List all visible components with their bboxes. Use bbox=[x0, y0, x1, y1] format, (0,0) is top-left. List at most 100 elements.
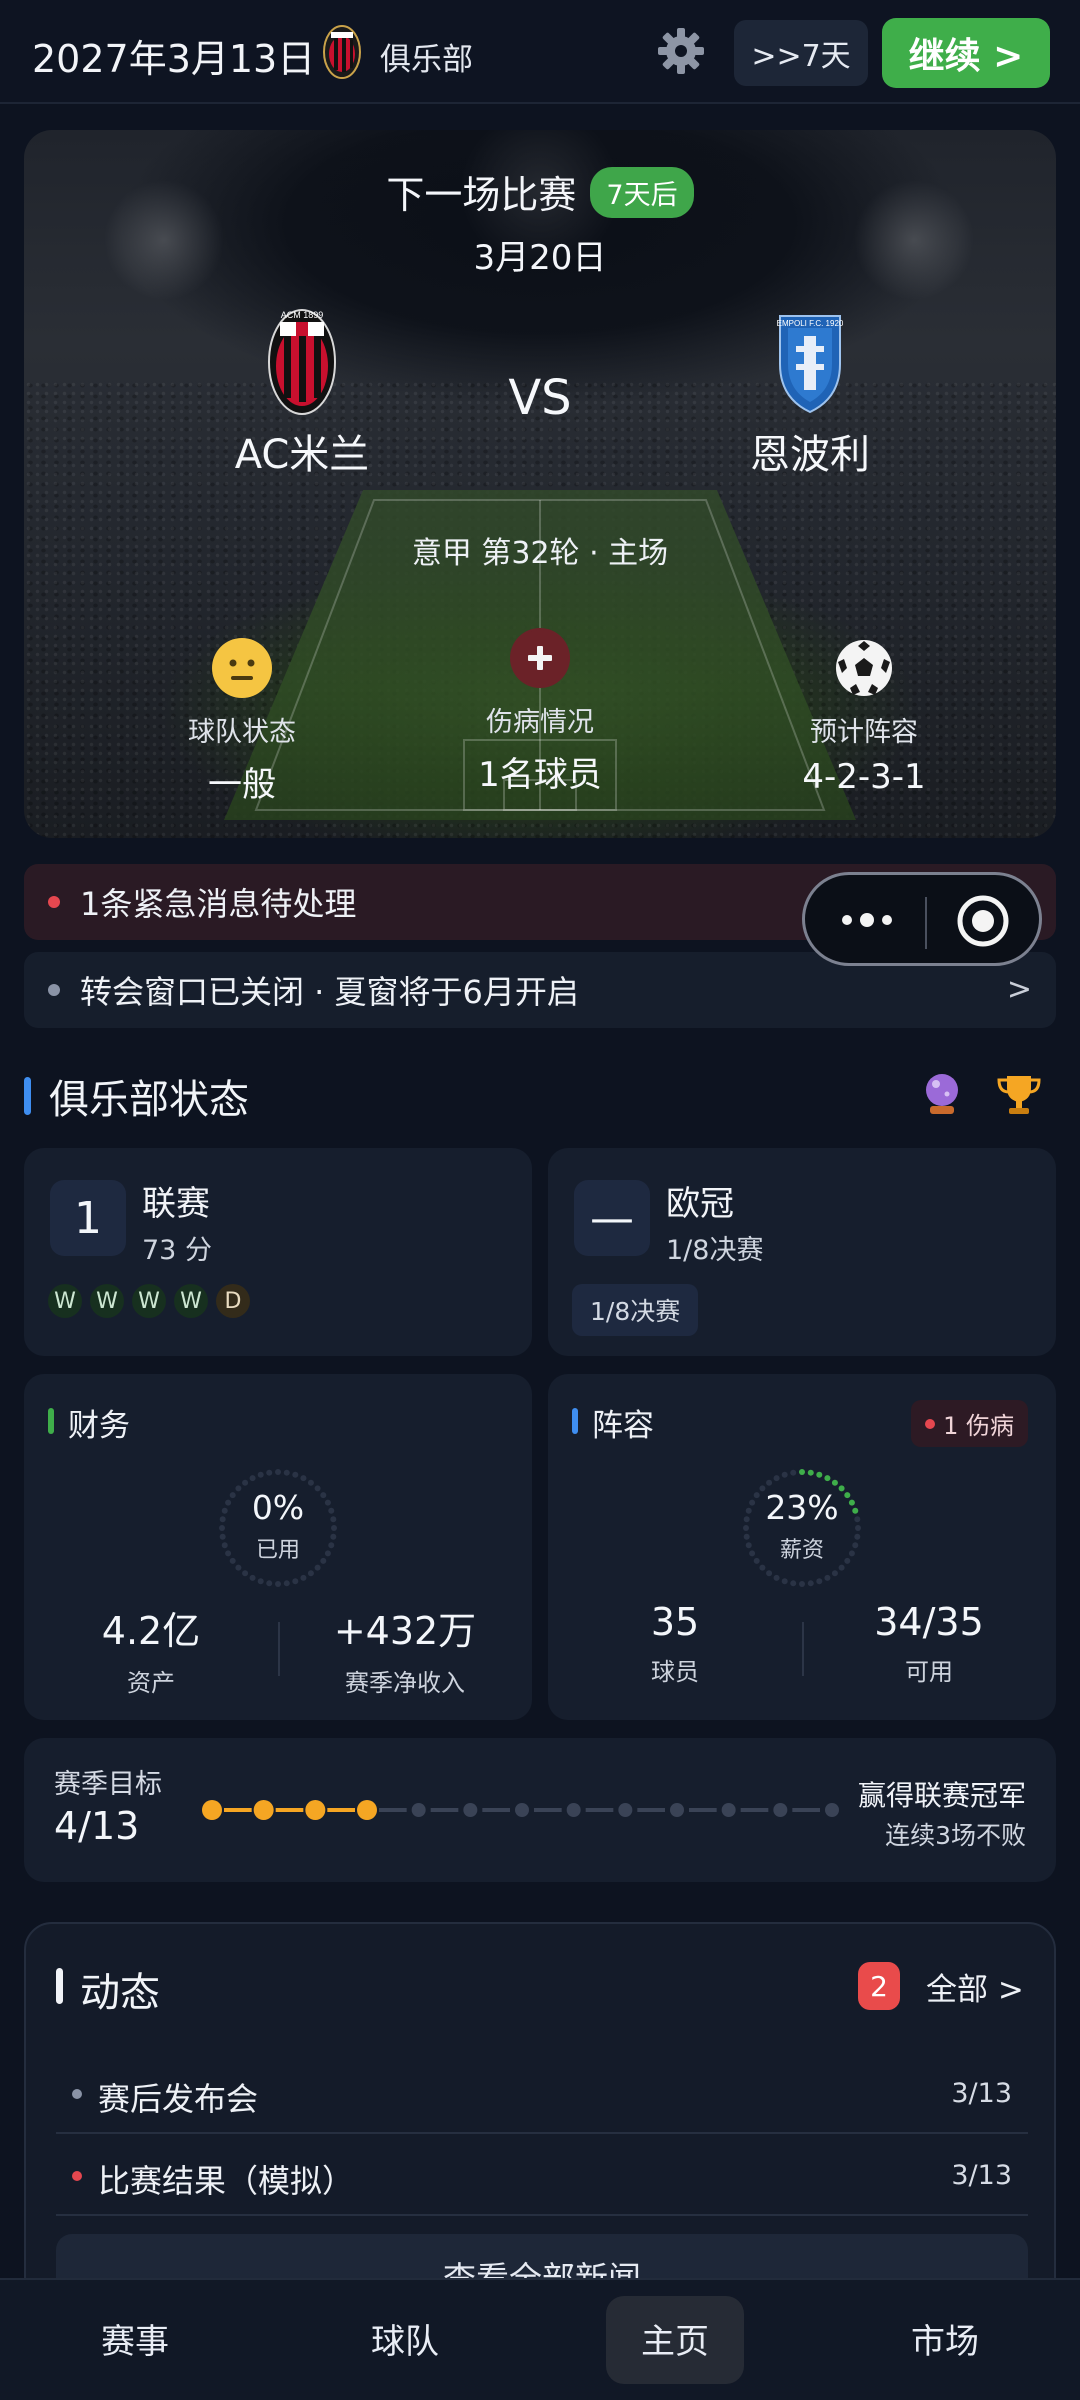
ring-dot bbox=[838, 1564, 845, 1571]
medical-cross-icon bbox=[510, 628, 570, 688]
unread-count-badge: 2 bbox=[858, 1962, 900, 2010]
tab-matches[interactable]: 赛事 bbox=[0, 2280, 270, 2400]
team-form-stat[interactable]: 球队状态 一般 bbox=[112, 638, 372, 806]
soccer-ball-icon bbox=[834, 638, 894, 698]
ring-dot bbox=[300, 1475, 307, 1482]
news-accent-bar bbox=[56, 1968, 63, 2004]
tab-label: 球队 bbox=[371, 2322, 439, 2362]
season-income: +432万 赛季净收入 bbox=[278, 1600, 532, 1698]
league-points: 73 分 bbox=[142, 1235, 212, 1266]
season-goal-title: 赛季目标 bbox=[54, 1769, 162, 1800]
capsule-divider bbox=[925, 897, 927, 949]
players-value: 35 bbox=[650, 1600, 700, 1644]
ring-dot bbox=[766, 1570, 773, 1577]
list-item[interactable]: 赛后发布会 3/13 bbox=[56, 2054, 1028, 2134]
ring-dot bbox=[773, 1574, 780, 1581]
budget-used-percent: 0% bbox=[251, 1488, 305, 1527]
crystal-ball-icon[interactable] bbox=[918, 1070, 966, 1118]
ring-dot bbox=[799, 1581, 805, 1587]
continue-button[interactable]: 继续 > bbox=[882, 18, 1050, 88]
club-label[interactable]: 俱乐部 bbox=[380, 34, 473, 79]
goal-step-dot bbox=[670, 1803, 684, 1817]
home-crest-text: ACM 1899 bbox=[281, 310, 324, 320]
ring-dot bbox=[242, 1570, 249, 1577]
ring-dot bbox=[824, 1475, 831, 1482]
goal-step-dot bbox=[825, 1803, 839, 1817]
chevron-right-icon: > bbox=[1006, 972, 1032, 1007]
wage-ring bbox=[743, 1469, 861, 1587]
next-match-card[interactable]: 下一场比赛 7天后 3月20日 ACM 1899 AC米兰 VS EMPOLI F… bbox=[24, 130, 1056, 838]
ring-dot bbox=[249, 1574, 256, 1581]
section-accent-bar bbox=[24, 1077, 31, 1115]
bottom-navigation: 赛事 球队 主页 市场 bbox=[0, 2278, 1080, 2400]
injury-value: 1名球员 bbox=[478, 755, 602, 795]
ring-dot bbox=[257, 1471, 264, 1478]
team-form-value: 一般 bbox=[208, 765, 276, 805]
season-goal-card[interactable]: 赛季目标 4/13 赢得联赛冠军 连续3场不败 bbox=[24, 1738, 1056, 1882]
next-match-label: 下一场比赛 bbox=[386, 173, 577, 217]
club-crest-icon[interactable] bbox=[322, 24, 362, 84]
news-item-title: 赛后发布会 bbox=[98, 2080, 259, 2118]
ring-dot bbox=[824, 1574, 831, 1581]
cup-stage-tag: 1/8决赛 bbox=[572, 1284, 699, 1336]
form-result: D bbox=[216, 1284, 250, 1318]
more-dots-icon[interactable] bbox=[837, 905, 897, 935]
squad-accent-bar bbox=[572, 1408, 578, 1434]
ring-dot bbox=[807, 1580, 814, 1587]
trophy-icon[interactable] bbox=[995, 1070, 1043, 1118]
ring-dot bbox=[249, 1475, 256, 1482]
league-card[interactable]: 1 联赛 73 分 W W W W D bbox=[24, 1148, 532, 1356]
tab-team[interactable]: 球队 bbox=[270, 2280, 540, 2400]
gear-icon[interactable] bbox=[656, 26, 706, 80]
view-all-link[interactable]: 全部 > bbox=[926, 1964, 1024, 2009]
close-target-icon[interactable] bbox=[955, 893, 1011, 949]
season-goal-name: 赢得联赛冠军 bbox=[857, 1779, 1026, 1812]
goal-step-dot bbox=[202, 1800, 222, 1820]
finance-card[interactable]: 财务 0% 已用 4.2亿 资产 +432万 赛季净收入 bbox=[24, 1374, 532, 1720]
home-team-name: AC米兰 bbox=[234, 432, 370, 478]
cup-rank: — bbox=[574, 1180, 650, 1256]
ring-dot bbox=[781, 1578, 788, 1585]
next-match-title: 下一场比赛 7天后 bbox=[24, 164, 1056, 219]
countdown-badge: 7天后 bbox=[590, 167, 694, 218]
ring-dot bbox=[799, 1469, 805, 1475]
lineup-value: 4-2-3-1 bbox=[802, 757, 926, 797]
tab-label: 主页 bbox=[641, 2322, 709, 2362]
tab-home[interactable]: 主页 bbox=[540, 2280, 810, 2400]
skip-7-days-button[interactable]: >>7天 bbox=[734, 20, 868, 86]
news-title: 动态 bbox=[80, 1970, 160, 2016]
competition-info: 意甲 第32轮 · 主场 bbox=[411, 536, 669, 571]
form-result: W bbox=[174, 1284, 208, 1318]
ring-dot bbox=[275, 1469, 281, 1475]
recent-form: W W W W D bbox=[48, 1284, 250, 1318]
assets-label: 资产 bbox=[127, 1669, 175, 1697]
ring-dot bbox=[283, 1469, 290, 1476]
lineup-stat[interactable]: 预计阵容 4-2-3-1 bbox=[734, 638, 994, 797]
ring-dot bbox=[266, 1469, 273, 1476]
wage-label: 薪资 bbox=[779, 1538, 824, 1563]
empoli-crest-icon: EMPOLI F.C. 1920 bbox=[777, 315, 844, 414]
tab-market[interactable]: 市场 bbox=[810, 2280, 1080, 2400]
mini-program-capsule[interactable] bbox=[802, 872, 1042, 966]
season-goal-progress: 4/13 bbox=[54, 1804, 140, 1848]
away-team-name: 恩波利 bbox=[750, 432, 870, 478]
ring-dot bbox=[292, 1471, 299, 1478]
squad-card[interactable]: 阵容 1 伤病 23% 薪资 35 球员 34/35 可用 bbox=[548, 1374, 1056, 1720]
champions-league-card[interactable]: — 欧冠 1/8决赛 1/8决赛 bbox=[548, 1148, 1056, 1356]
club-status-title: 俱乐部状态 bbox=[49, 1077, 249, 1123]
match-date: 3月20日 bbox=[473, 238, 607, 278]
ring-dot bbox=[816, 1578, 823, 1585]
list-item[interactable]: 比赛结果（模拟） 3/13 bbox=[56, 2136, 1028, 2216]
away-team[interactable]: EMPOLI F.C. 1920 恩波利 bbox=[660, 306, 960, 480]
league-title: 联赛 bbox=[142, 1184, 210, 1224]
lineup-label: 预计阵容 bbox=[810, 717, 918, 748]
current-date: 2027年3月13日 bbox=[32, 37, 316, 81]
news-dot bbox=[72, 2171, 82, 2181]
budget-used-label: 已用 bbox=[255, 1538, 300, 1563]
transfer-window-text: 转会窗口已关闭 · 夏窗将于6月开启 bbox=[80, 973, 579, 1011]
urgent-message-text: 1条紧急消息待处理 bbox=[80, 885, 357, 923]
injury-stat[interactable]: 伤病情况 1名球员 bbox=[410, 628, 670, 796]
ring-dot bbox=[242, 1479, 249, 1486]
tab-label: 市场 bbox=[911, 2322, 979, 2362]
ring-dot bbox=[257, 1578, 264, 1585]
